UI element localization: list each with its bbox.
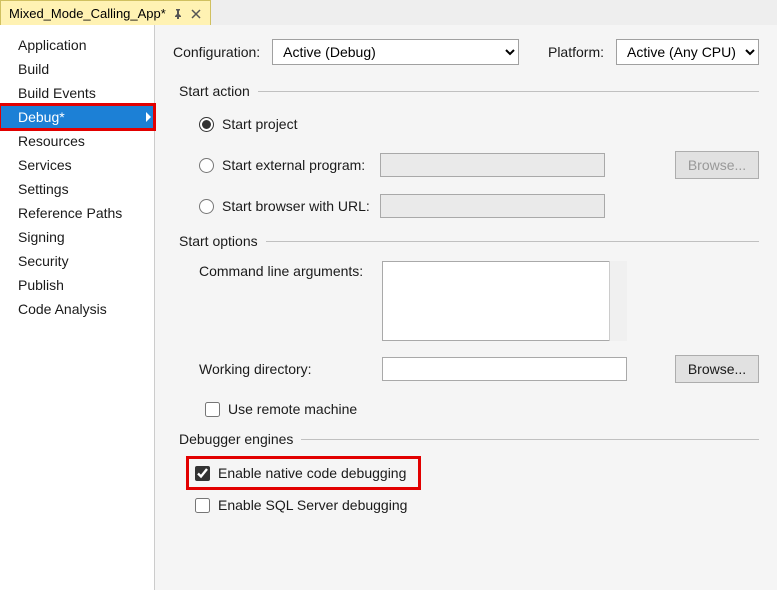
sidebar-item-debug[interactable]: Debug* bbox=[0, 105, 154, 129]
sidebar-item-signing[interactable]: Signing bbox=[0, 225, 154, 249]
use-remote-checkbox[interactable] bbox=[205, 402, 220, 417]
use-remote-label: Use remote machine bbox=[228, 401, 357, 417]
platform-dropdown[interactable]: Active (Any CPU) bbox=[616, 39, 759, 65]
sidebar-item-code-analysis[interactable]: Code Analysis bbox=[0, 297, 154, 321]
start-project-label: Start project bbox=[222, 116, 297, 132]
document-tab[interactable]: Mixed_Mode_Calling_App* bbox=[0, 0, 211, 25]
property-page: Configuration: Active (Debug) Platform: … bbox=[155, 25, 777, 590]
cmd-args-label: Command line arguments: bbox=[199, 261, 374, 279]
configuration-dropdown[interactable]: Active (Debug) bbox=[272, 39, 519, 65]
close-icon[interactable] bbox=[190, 8, 202, 20]
sidebar-item-build[interactable]: Build bbox=[0, 57, 154, 81]
pin-icon[interactable] bbox=[172, 8, 184, 20]
section-debugger: Debugger engines bbox=[179, 431, 759, 447]
external-program-input bbox=[380, 153, 605, 177]
enable-sql-label: Enable SQL Server debugging bbox=[218, 497, 407, 513]
enable-native-row: Enable native code debugging bbox=[189, 459, 418, 487]
sidebar-item-security[interactable]: Security bbox=[0, 249, 154, 273]
enable-native-label: Enable native code debugging bbox=[218, 465, 406, 481]
section-start-action: Start action bbox=[179, 83, 759, 99]
browse-external-button: Browse... bbox=[675, 151, 759, 179]
platform-label: Platform: bbox=[548, 44, 604, 60]
sidebar-item-publish[interactable]: Publish bbox=[0, 273, 154, 297]
enable-sql-checkbox[interactable] bbox=[195, 498, 210, 513]
sidebar-item-build-events[interactable]: Build Events bbox=[0, 81, 154, 105]
sidebar-item-resources[interactable]: Resources bbox=[0, 129, 154, 153]
browser-url-input bbox=[380, 194, 605, 218]
start-external-radio[interactable] bbox=[199, 158, 214, 173]
working-dir-input[interactable] bbox=[382, 357, 627, 381]
sidebar: ApplicationBuildBuild EventsDebug*Resour… bbox=[0, 25, 155, 590]
tab-title: Mixed_Mode_Calling_App* bbox=[9, 6, 166, 21]
sidebar-item-services[interactable]: Services bbox=[0, 153, 154, 177]
cmd-args-textarea[interactable] bbox=[382, 261, 627, 341]
working-dir-label: Working directory: bbox=[199, 361, 374, 377]
browse-working-dir-button[interactable]: Browse... bbox=[675, 355, 759, 383]
tab-bar: Mixed_Mode_Calling_App* bbox=[0, 0, 777, 25]
sidebar-item-settings[interactable]: Settings bbox=[0, 177, 154, 201]
enable-sql-row: Enable SQL Server debugging bbox=[189, 493, 759, 517]
section-start-options: Start options bbox=[179, 233, 759, 249]
start-external-label: Start external program: bbox=[222, 157, 372, 173]
start-browser-label: Start browser with URL: bbox=[222, 198, 372, 214]
enable-native-checkbox[interactable] bbox=[195, 466, 210, 481]
start-browser-radio[interactable] bbox=[199, 199, 214, 214]
config-row: Configuration: Active (Debug) Platform: … bbox=[173, 39, 759, 65]
start-project-radio[interactable] bbox=[199, 117, 214, 132]
sidebar-item-application[interactable]: Application bbox=[0, 33, 154, 57]
configuration-label: Configuration: bbox=[173, 44, 260, 60]
sidebar-item-reference-paths[interactable]: Reference Paths bbox=[0, 201, 154, 225]
